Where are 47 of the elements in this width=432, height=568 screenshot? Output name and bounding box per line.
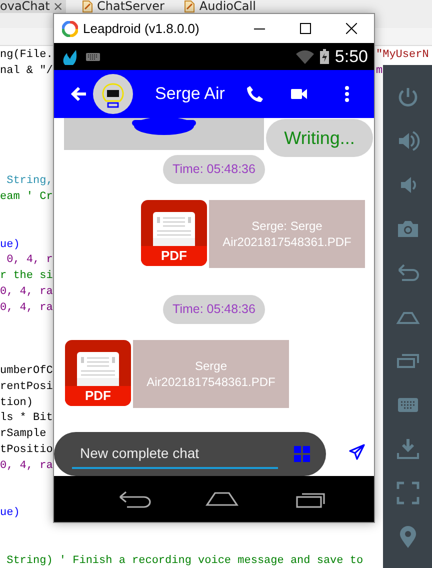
maximize-icon[interactable] bbox=[300, 23, 310, 34]
code-line: rentPosi bbox=[0, 380, 53, 395]
battery-icon bbox=[320, 49, 329, 64]
keyboard-icon bbox=[86, 52, 100, 60]
code-line: ng(File. bbox=[0, 48, 53, 63]
code-line: eam ' Cr bbox=[0, 190, 53, 206]
code-line: rSample bbox=[0, 427, 48, 442]
fullscreen-icon[interactable] bbox=[396, 481, 420, 505]
code-line: tPositio bbox=[0, 442, 53, 458]
app-logo-icon bbox=[62, 20, 78, 36]
contact-name: Serge Air bbox=[155, 84, 226, 104]
message-field[interactable]: New complete chat bbox=[54, 432, 326, 476]
code-line: "MyUserN bbox=[376, 48, 430, 63]
code-line: tion) bbox=[0, 396, 34, 411]
code-line: 0, 4, r bbox=[6, 253, 53, 268]
pdf-file-icon: PDF bbox=[141, 200, 207, 266]
editor-tab[interactable]: AudioCall bbox=[180, 0, 260, 13]
code-line: umberOfC bbox=[0, 364, 53, 379]
code-line: 0, 4, ra bbox=[0, 300, 53, 316]
close-icon[interactable] bbox=[346, 23, 356, 34]
code-line: String) ' Finish a recording voice message and save to bbox=[6, 554, 364, 568]
phone-icon[interactable] bbox=[246, 85, 264, 103]
editor-tab[interactable]: ChatServer bbox=[78, 0, 168, 13]
wifi-icon bbox=[296, 50, 314, 64]
code-line: ue) bbox=[0, 506, 21, 522]
editor-tab[interactable]: ovaChat bbox=[0, 0, 66, 13]
file-icon bbox=[184, 0, 196, 13]
typing-indicator: Writing... bbox=[266, 119, 373, 157]
code-line: 0, 4, ra bbox=[0, 284, 53, 300]
timestamp: Time: 05:48:36 bbox=[162, 295, 266, 324]
code-line: ue) bbox=[0, 238, 21, 253]
send-button[interactable] bbox=[349, 444, 365, 463]
code-line: 0, 4, ra bbox=[0, 458, 53, 474]
lightbulb-avatar[interactable] bbox=[93, 74, 133, 114]
code-line: r the si bbox=[0, 269, 53, 284]
pdf-file-icon: PDF bbox=[65, 340, 131, 406]
send-icon[interactable] bbox=[349, 444, 365, 460]
code-line: m bbox=[376, 64, 384, 79]
code-line: String, bbox=[6, 174, 53, 190]
status-time: 5:50 bbox=[334, 46, 368, 66]
window-title: Leapdroid (v1.8.0.0) bbox=[83, 21, 200, 36]
code-line: nal & "/ bbox=[0, 64, 53, 79]
timestamp: Time: 05:48:36 bbox=[162, 155, 266, 184]
code-line: ls * Bit bbox=[0, 411, 53, 426]
file-icon bbox=[82, 0, 93, 13]
back-arrow-icon[interactable] bbox=[71, 86, 87, 102]
download-icon[interactable] bbox=[396, 437, 420, 461]
